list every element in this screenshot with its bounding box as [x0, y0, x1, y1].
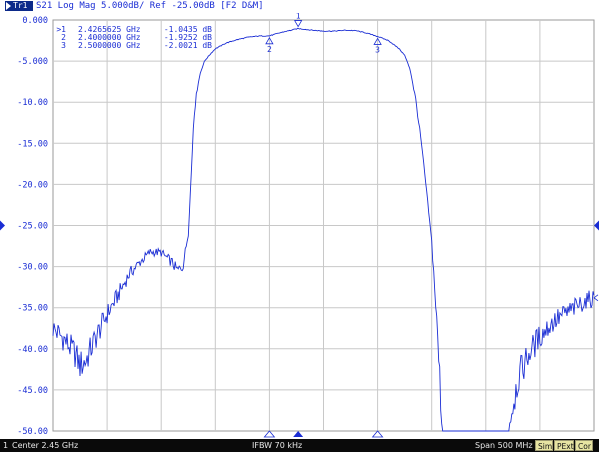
- trace-badge[interactable]: Tr1: [5, 1, 33, 11]
- marker-table: >1 2.4265625 GHz -1.0435 dB2 2.4000000 GHz -…: [56, 25, 212, 50]
- marker-table-frequency: 2.5000000 GHz: [78, 41, 141, 50]
- y-tick-label: -15.00: [17, 139, 48, 149]
- marker-label: 3: [375, 45, 380, 54]
- y-tick-label: -10.00: [17, 98, 48, 108]
- marker-table-value: -2.0021 dB: [164, 41, 212, 50]
- port-extension-button[interactable]: PExt: [554, 440, 574, 451]
- y-tick-label: -25.00: [17, 222, 48, 232]
- y-tick-label: -5.000: [17, 57, 48, 67]
- marker-table-id[interactable]: 3: [61, 41, 66, 50]
- correction-button[interactable]: Cor: [575, 440, 593, 451]
- trace-badge-label: Tr1: [13, 1, 28, 10]
- title-bar: Tr1 S21 Log Mag 5.000dB/ Ref -25.00dB [F…: [0, 0, 599, 13]
- marker-label: 1: [296, 13, 301, 21]
- marker-position-icon[interactable]: [371, 430, 384, 438]
- chart-grid: [52, 19, 595, 432]
- y-axis-tick-labels: 0.000 -5.000 -10.00 -15.00 -20.00 -25.00 -30.0…: [17, 16, 48, 437]
- y-tick-label: -40.00: [17, 345, 48, 355]
- reference-level-right-icon[interactable]: [594, 220, 599, 231]
- y-tick-label: -30.00: [17, 263, 48, 273]
- y-tick-label: -35.00: [17, 304, 48, 314]
- y-tick-label: -45.00: [17, 386, 48, 396]
- sim-button[interactable]: Sim: [535, 440, 553, 451]
- center-frequency[interactable]: Center 2.45 GHz: [12, 439, 78, 452]
- if-bandwidth[interactable]: IFBW 70 kHz: [252, 439, 302, 452]
- trace-title: S21 Log Mag 5.000dB/ Ref -25.00dB [F2 D&…: [36, 1, 264, 11]
- marker-position-icon[interactable]: [263, 430, 276, 438]
- channel-number: 1: [3, 441, 9, 450]
- reference-level-left-icon[interactable]: [0, 220, 5, 231]
- active-marker-position-icon[interactable]: [293, 431, 304, 437]
- frequency-span[interactable]: Span 500 MHz: [475, 439, 533, 452]
- status-bar: 1 Center 2.45 GHz IFBW 70 kHz Span 500 M…: [0, 439, 599, 452]
- trace-end-indicator-icon: [593, 294, 599, 302]
- y-tick-label: -20.00: [17, 180, 48, 190]
- marker-label: 2: [267, 45, 272, 54]
- y-tick-label: -50.00: [17, 427, 48, 437]
- y-tick-label: 0.000: [22, 16, 48, 26]
- active-trace-arrow-icon: [6, 2, 11, 10]
- trace-chart[interactable]: 0.000 -5.000 -10.00 -15.00 -20.00 -25.00 -30.0…: [0, 13, 599, 439]
